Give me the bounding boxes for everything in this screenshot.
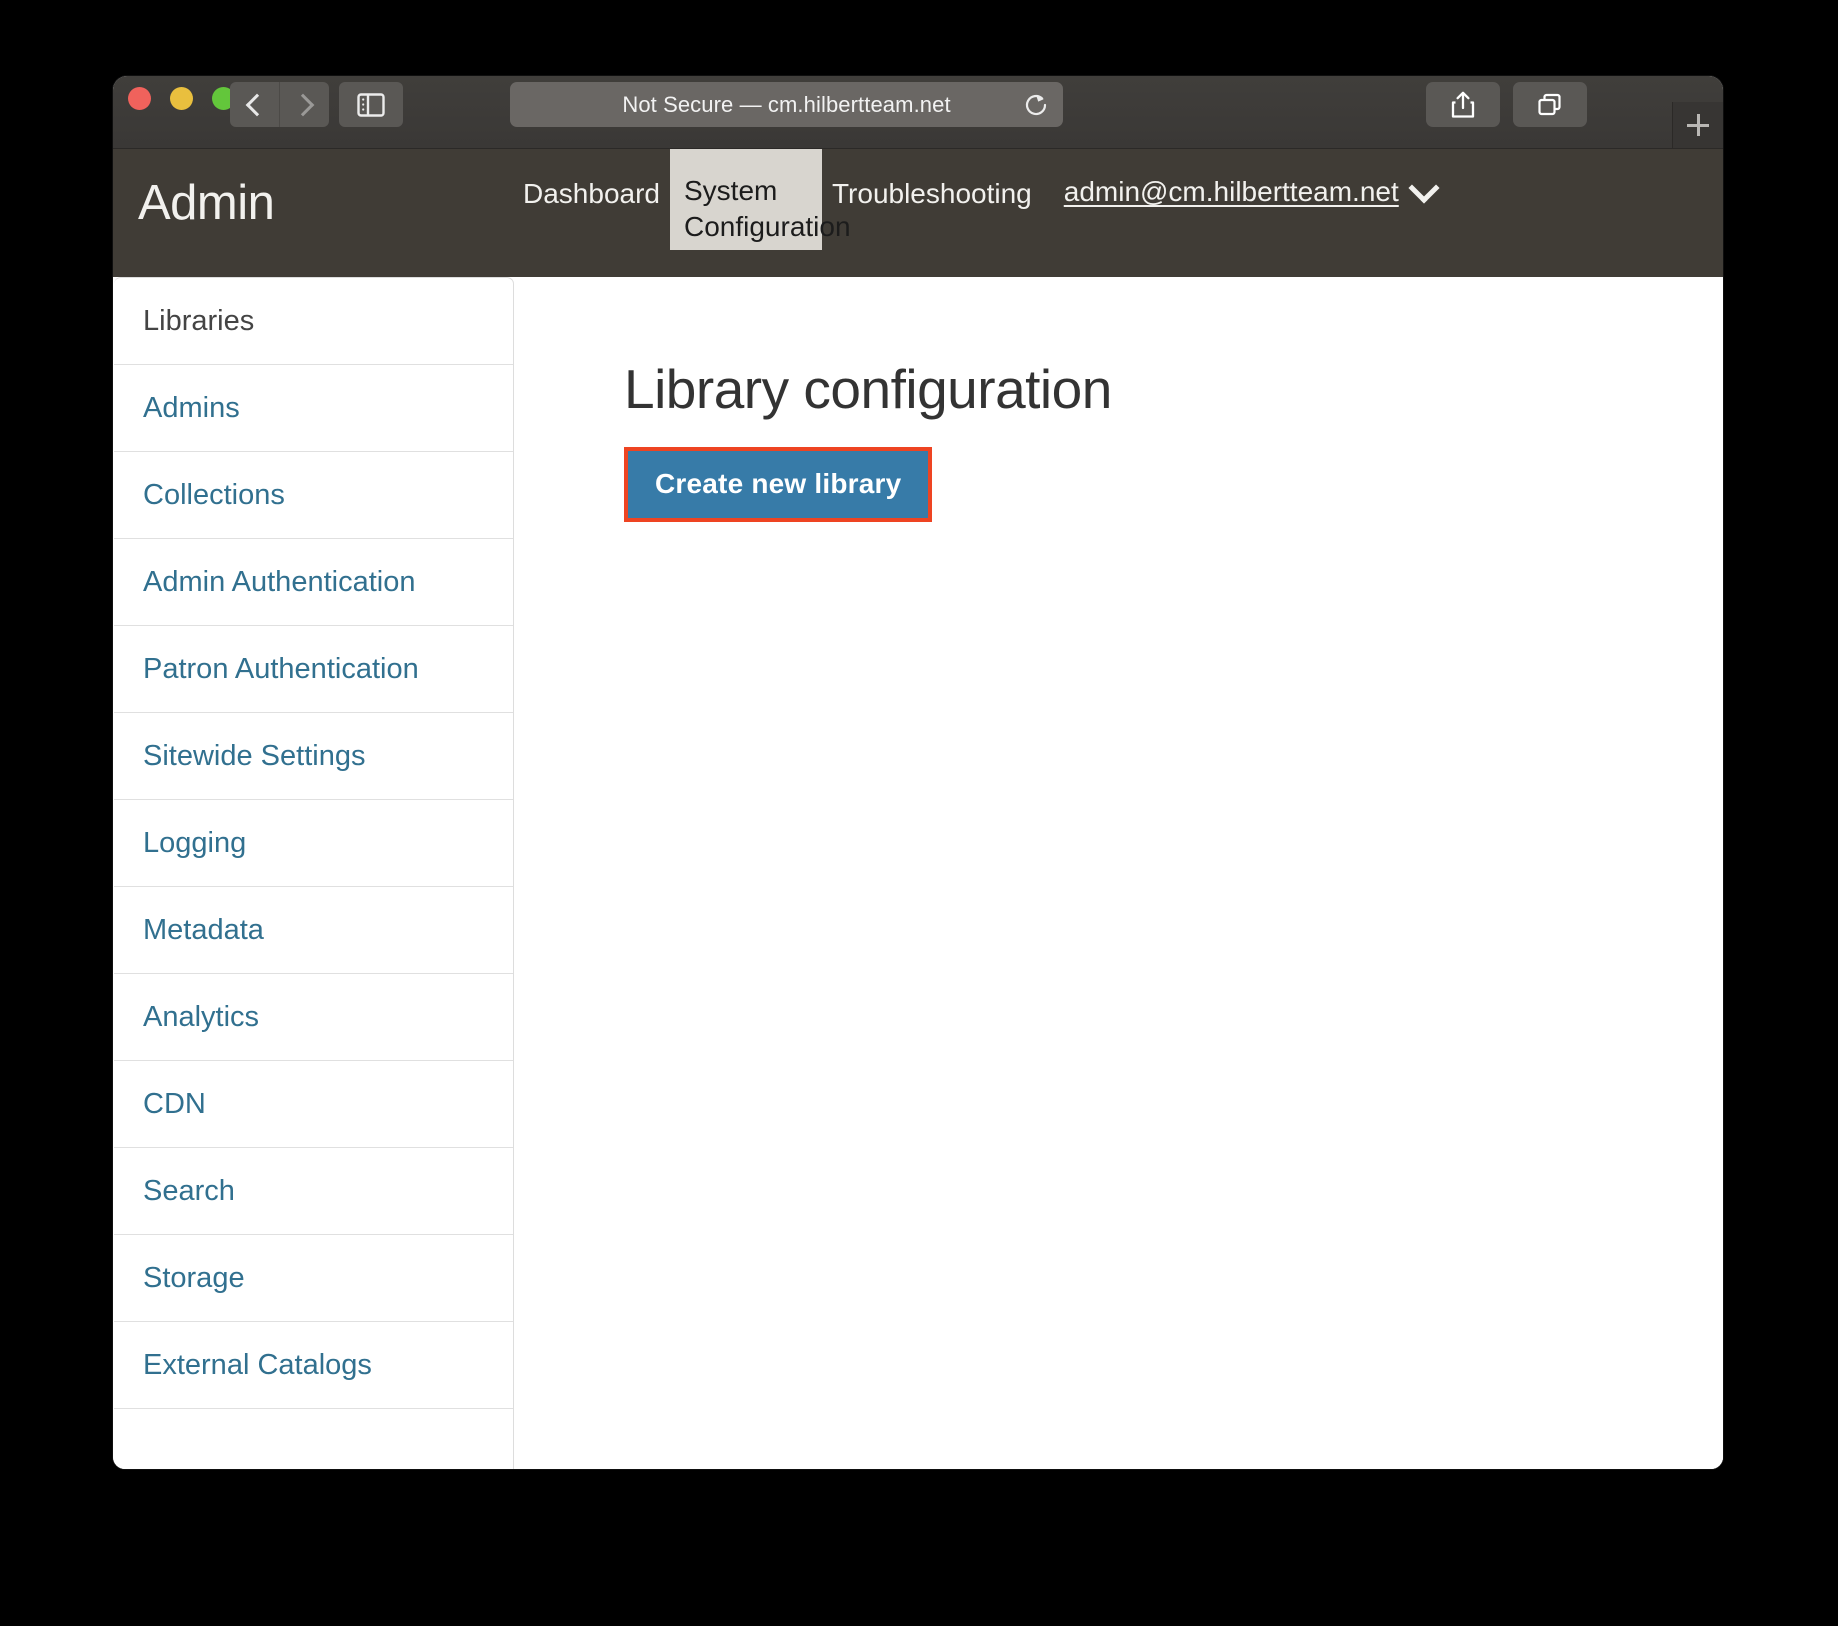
reload-icon [1025, 94, 1047, 115]
traffic-lights [128, 87, 235, 110]
sidebar-item-search[interactable]: Search [114, 1148, 513, 1235]
nav-tab-dashboard[interactable]: Dashboard [513, 149, 670, 212]
browser-window: Not Secure — cm.hilbertteam.net Admin Da… [113, 76, 1723, 1469]
chevron-right-icon [291, 93, 314, 116]
share-button[interactable] [1426, 82, 1500, 127]
nav-tab-troubleshooting[interactable]: Troubleshooting [822, 149, 1042, 212]
plus-icon-vertical [1696, 114, 1700, 136]
sidebar-item-partial[interactable] [114, 1409, 513, 1469]
close-window-button[interactable] [128, 87, 151, 110]
new-tab-button[interactable] [1672, 102, 1723, 148]
sidebar-item-admins[interactable]: Admins [114, 365, 513, 452]
sidebar-item-patron-authentication[interactable]: Patron Authentication [114, 626, 513, 713]
account-menu[interactable]: admin@cm.hilbertteam.net [1042, 149, 1440, 208]
toolbar-right-buttons [1426, 82, 1587, 127]
back-button[interactable] [230, 82, 279, 127]
tab-overview-button[interactable] [1513, 82, 1587, 127]
page-title: Library configuration [624, 358, 1112, 420]
sidebar-toggle-button[interactable] [339, 82, 403, 127]
chevron-down-icon[interactable] [1408, 171, 1440, 204]
sidebar-item-external-catalogs[interactable]: External Catalogs [114, 1322, 513, 1409]
sidebar-item-collections[interactable]: Collections [114, 452, 513, 539]
create-new-library-button[interactable]: Create new library [628, 451, 929, 518]
page-brand-title: Admin [138, 176, 275, 230]
sidebar-item-analytics[interactable]: Analytics [114, 974, 513, 1061]
copy-tabs-icon [1538, 93, 1561, 115]
share-icon [1451, 91, 1475, 118]
url-address-bar[interactable]: Not Secure — cm.hilbertteam.net [510, 82, 1063, 127]
account-email-link[interactable]: admin@cm.hilbertteam.net [1064, 176, 1399, 208]
app-header: Admin Dashboard System Configuration Tro… [113, 149, 1723, 277]
main-content: Library configuration Create new library [514, 277, 1723, 1469]
browser-titlebar: Not Secure — cm.hilbertteam.net [113, 76, 1723, 149]
reload-button[interactable] [1023, 92, 1049, 118]
sidebar-item-libraries[interactable]: Libraries [114, 278, 513, 365]
nav-tab-system-configuration[interactable]: System Configuration [669, 149, 851, 250]
navigation-buttons [230, 82, 329, 127]
sidebar-panel-icon [357, 92, 385, 117]
sidebar-item-admin-authentication[interactable]: Admin Authentication [114, 539, 513, 626]
create-new-library-highlight: Create new library [624, 447, 933, 522]
sidebar-item-logging[interactable]: Logging [114, 800, 513, 887]
settings-sidebar: Libraries Admins Collections Admin Authe… [114, 277, 514, 1469]
header-navigation: Dashboard System Configuration Troublesh… [513, 149, 1440, 277]
sidebar-item-sitewide-settings[interactable]: Sitewide Settings [114, 713, 513, 800]
sidebar-item-cdn[interactable]: CDN [114, 1061, 513, 1148]
forward-button[interactable] [279, 82, 329, 127]
chevron-left-icon [245, 93, 268, 116]
sidebar-item-storage[interactable]: Storage [114, 1235, 513, 1322]
app-body: Libraries Admins Collections Admin Authe… [113, 277, 1723, 1469]
minimize-window-button[interactable] [170, 87, 193, 110]
sidebar-item-metadata[interactable]: Metadata [114, 887, 513, 974]
url-text: Not Secure — cm.hilbertteam.net [622, 91, 951, 117]
